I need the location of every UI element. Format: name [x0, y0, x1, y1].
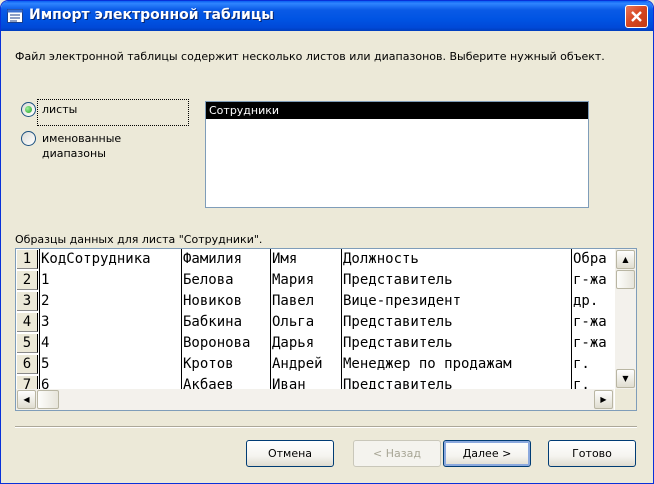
radio-ranges-label-line2: диапазоны — [42, 147, 106, 160]
sample-data-grid[interactable]: 1 КодСотрудника Фамилия Имя Должность Об… — [15, 248, 637, 411]
grid-data-area: 1 КодСотрудника Фамилия Имя Должность Об… — [16, 249, 614, 389]
table-row: 2 1 Белова Мария Представитель г-жа — [16, 270, 614, 291]
radio-sheets[interactable]: листы — [21, 102, 77, 117]
scrollbar-corner — [615, 389, 636, 410]
radio-ranges-label: именованные диапазоны — [42, 131, 121, 161]
table-cell: Обра — [571, 249, 614, 270]
list-item-selected[interactable]: Сотрудники — [206, 102, 588, 119]
horizontal-scroll-thumb[interactable] — [37, 390, 59, 409]
radio-button[interactable] — [21, 131, 36, 146]
row-number: 4 — [17, 313, 38, 332]
scroll-down-button[interactable]: ▼ — [616, 369, 635, 388]
separator-line — [15, 426, 637, 428]
table-cell: г. — [571, 354, 614, 375]
table-row: 1 КодСотрудника Фамилия Имя Должность Об… — [16, 249, 614, 270]
sample-data-label: Образцы данных для листа "Сотрудники". — [15, 233, 263, 246]
vertical-scroll-thumb[interactable] — [616, 270, 635, 289]
table-cell: Представитель — [341, 270, 571, 291]
table-cell: Должность — [341, 249, 571, 270]
table-cell: Менеджер по продажам — [341, 354, 571, 375]
row-number: 1 — [17, 250, 38, 269]
table-cell: Мария — [270, 270, 341, 291]
table-cell: др. — [571, 291, 614, 312]
radio-button-selected[interactable] — [21, 102, 36, 117]
table-cell: Имя — [270, 249, 341, 270]
close-icon — [631, 11, 642, 22]
instructions-text: Файл электронной таблицы содержит нескол… — [15, 50, 605, 63]
scroll-right-button[interactable]: ▶ — [594, 390, 613, 409]
next-button[interactable]: Далее > — [443, 440, 531, 467]
table-row: 3 2 Новиков Павел Вице-президент др. — [16, 291, 614, 312]
table-cell: г-жа — [571, 333, 614, 354]
radio-named-ranges[interactable]: именованные диапазоны — [21, 131, 121, 161]
table-cell: Новиков — [181, 291, 270, 312]
finish-button[interactable]: Готово — [548, 440, 636, 467]
table-cell: Дарья — [270, 333, 341, 354]
table-row: 5 4 Воронова Дарья Представитель г-жа — [16, 333, 614, 354]
row-number: 5 — [17, 334, 38, 353]
scroll-left-button[interactable]: ◀ — [17, 390, 36, 409]
table-cell: 6 — [39, 375, 181, 389]
close-button[interactable] — [625, 5, 648, 28]
table-cell: г. — [571, 375, 614, 389]
table-cell: 2 — [39, 291, 181, 312]
window-title: Импорт электронной таблицы — [29, 7, 274, 23]
table-row: 6 5 Кротов Андрей Менеджер по продажам г… — [16, 354, 614, 375]
table-cell: 1 — [39, 270, 181, 291]
radio-sheets-label: листы — [42, 103, 78, 116]
table-cell: 3 — [39, 312, 181, 333]
vertical-scrollbar[interactable]: ▲ ▼ — [615, 249, 636, 389]
table-cell: г-жа — [571, 270, 614, 291]
horizontal-scrollbar[interactable]: ◀ ▶ — [16, 389, 614, 410]
table-row: 4 3 Бабкина Ольга Представитель г-жа — [16, 312, 614, 333]
table-cell: Фамилия — [181, 249, 270, 270]
table-cell: Иван — [270, 375, 341, 389]
row-number: 6 — [17, 355, 38, 374]
table-cell: г-жа — [571, 312, 614, 333]
arrow-up-icon: ▲ — [622, 255, 629, 264]
table-cell: Белова — [181, 270, 270, 291]
table-cell: 4 — [39, 333, 181, 354]
radio-ranges-label-line1: именованные — [42, 132, 122, 145]
title-bar[interactable]: Импорт электронной таблицы — [1, 1, 653, 31]
table-cell: Акбаев — [181, 375, 270, 389]
table-cell: Бабкина — [181, 312, 270, 333]
arrow-right-icon: ▶ — [600, 395, 607, 404]
table-row: 7 6 Акбаев Иван Представитель г. — [16, 375, 614, 389]
import-spreadsheet-dialog: Импорт электронной таблицы Файл электрон… — [0, 0, 654, 484]
objects-listbox[interactable]: Сотрудники — [205, 101, 589, 208]
arrow-down-icon: ▼ — [622, 374, 629, 383]
row-number: 7 — [17, 376, 38, 389]
table-cell: 5 — [39, 354, 181, 375]
arrow-left-icon: ◀ — [23, 395, 30, 404]
table-cell: Представитель — [341, 312, 571, 333]
radio-dot-icon — [25, 106, 32, 113]
row-number: 2 — [17, 271, 38, 290]
table-cell: Воронова — [181, 333, 270, 354]
table-cell: Вице-президент — [341, 291, 571, 312]
cancel-button[interactable]: Отмена — [246, 440, 334, 467]
back-button[interactable]: < Назад — [353, 440, 441, 467]
scroll-up-button[interactable]: ▲ — [616, 250, 635, 269]
table-cell: Ольга — [270, 312, 341, 333]
table-cell: Представитель — [341, 375, 571, 389]
table-cell: Андрей — [270, 354, 341, 375]
row-number: 3 — [17, 292, 38, 311]
table-cell: Кротов — [181, 354, 270, 375]
table-cell: КодСотрудника — [39, 249, 181, 270]
table-cell: Павел — [270, 291, 341, 312]
table-cell: Представитель — [341, 333, 571, 354]
window-app-icon — [7, 9, 23, 23]
